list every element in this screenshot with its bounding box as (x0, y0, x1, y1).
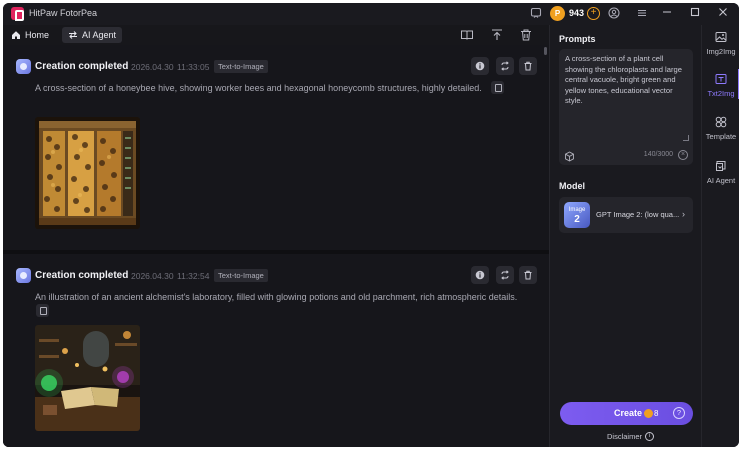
chat-icon[interactable] (529, 7, 543, 21)
card-time: 11:33:05 (177, 62, 210, 72)
delete-button[interactable] (519, 57, 537, 75)
card-time: 11:32:54 (177, 271, 210, 281)
app-title: HitPaw FotorPea (29, 8, 98, 18)
credits-coin-icon: P (550, 6, 565, 21)
prompt-input[interactable]: A cross-section of a plant cell showing … (559, 49, 693, 165)
cube-icon[interactable] (564, 149, 575, 162)
creation-card: Creation completed 2026.04.30 11:32:54 T… (3, 254, 549, 447)
card-title: Creation completed (35, 270, 129, 281)
upload-icon[interactable] (490, 28, 504, 42)
model-thumb-label: Image (568, 207, 586, 213)
add-credits-button[interactable]: + (587, 7, 600, 20)
nav-bar: Home AI Agent (3, 25, 549, 45)
image-icon (715, 32, 727, 42)
trash-icon (524, 270, 532, 280)
account-icon[interactable] (607, 7, 621, 21)
ai-agent-tab-label: AI Agent (82, 30, 117, 40)
home-icon (12, 31, 20, 39)
maximize-button[interactable] (687, 6, 703, 22)
resize-grip-icon[interactable] (683, 135, 689, 141)
card-title: Creation completed (35, 61, 129, 72)
card-type-tag: Text-to-Image (214, 60, 268, 73)
rail-item-label: Img2Img (706, 47, 736, 56)
coin-icon (644, 409, 653, 418)
disclaimer-link[interactable]: Disclaimer i (607, 432, 655, 441)
ai-agent-tab[interactable]: AI Agent (62, 27, 123, 43)
card-prompt-text: An illustration of an ancient alchemist'… (35, 292, 518, 302)
trash-icon[interactable] (519, 28, 533, 42)
app-window: HitPaw FotorPea P 943 + Home AI Agent Cr… (3, 3, 739, 447)
regenerate-button[interactable] (496, 57, 514, 75)
disclaimer-label: Disclaimer (607, 432, 643, 441)
rail-item-template[interactable]: Template (702, 116, 739, 156)
rail-item-img2img[interactable]: Img2Img (702, 31, 739, 71)
regenerate-button[interactable] (496, 266, 514, 284)
model-thumb-number: 2 (574, 214, 580, 225)
info-button[interactable] (471, 266, 489, 284)
delete-button[interactable] (519, 266, 537, 284)
creation-feed[interactable]: Creation completed 2026.04.30 11:33:05 T… (3, 45, 549, 447)
card-type-tag: Text-to-Image (214, 269, 268, 282)
prompt-input-text[interactable]: A cross-section of a plant cell showing … (565, 54, 689, 107)
chevron-right-icon: › (682, 209, 685, 219)
title-bar: HitPaw FotorPea P 943 + (3, 3, 739, 25)
generated-image-alchemist-lab[interactable] (35, 325, 140, 431)
rail-item-label: Txt2Img (707, 89, 735, 98)
minimize-button[interactable] (659, 6, 675, 22)
clear-prompt-icon[interactable]: × (678, 150, 688, 160)
info-icon: i (645, 432, 655, 441)
regenerate-icon (501, 270, 509, 280)
info-icon (475, 61, 485, 71)
character-count: 140/3000 (643, 151, 673, 158)
model-name: GPT Image 2: (low qua... (596, 210, 680, 219)
copy-prompt-button[interactable] (491, 81, 504, 94)
app-logo-icon (11, 7, 24, 21)
info-icon (475, 270, 485, 280)
model-selector[interactable]: Image 2 GPT Image 2: (low qua... › (559, 197, 693, 233)
model-thumbnail: Image 2 (564, 202, 590, 228)
home-tab[interactable]: Home (11, 28, 49, 42)
create-button[interactable]: Create 8 ? (560, 402, 693, 425)
menu-icon[interactable] (635, 7, 649, 21)
close-button[interactable] (715, 6, 731, 22)
create-button-label: Create (614, 408, 643, 418)
template-icon (715, 116, 727, 128)
copy-prompt-button[interactable] (36, 304, 49, 317)
trash-icon (524, 61, 532, 71)
prompts-label: Prompts (559, 34, 596, 44)
swap-icon (69, 31, 77, 39)
text-image-icon (715, 74, 727, 84)
regenerate-icon (501, 61, 509, 71)
create-cost: 8 (654, 409, 659, 418)
card-date: 2026.04.30 (131, 62, 174, 72)
tool-rail: Img2Img Txt2Img Template AI Agent (701, 25, 739, 447)
rail-item-txt2img[interactable]: Txt2Img (702, 73, 739, 113)
feed-scrollbar[interactable] (544, 47, 547, 55)
creation-status-icon (16, 268, 31, 283)
book-icon[interactable] (460, 28, 474, 42)
generated-image-honeycomb[interactable] (35, 117, 140, 229)
agent-icon (716, 161, 726, 171)
creation-status-icon (16, 59, 31, 74)
card-prompt-text: A cross-section of a honeybee hive, show… (35, 83, 482, 93)
model-label: Model (559, 181, 585, 191)
rail-item-label: Template (705, 132, 737, 141)
generation-panel: Prompts A cross-section of a plant cell … (549, 25, 701, 447)
creation-card: Creation completed 2026.04.30 11:33:05 T… (3, 45, 549, 250)
credits-count: 943 (569, 8, 585, 18)
card-date: 2026.04.30 (131, 271, 174, 281)
help-icon[interactable]: ? (673, 407, 685, 419)
home-tab-label: Home (25, 30, 50, 40)
rail-item-label: AI Agent (706, 176, 736, 185)
info-button[interactable] (471, 57, 489, 75)
rail-item-ai-agent[interactable]: AI Agent (702, 160, 739, 200)
